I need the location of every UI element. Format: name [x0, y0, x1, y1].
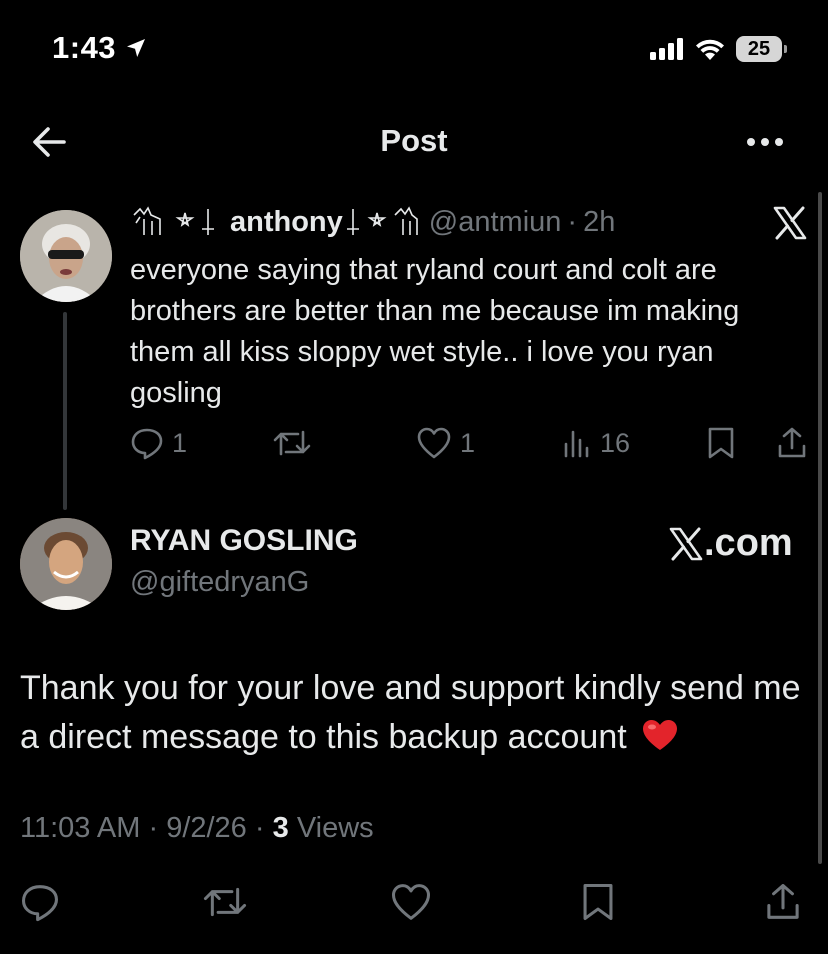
repost-icon [203, 887, 247, 917]
bookmark-button[interactable] [706, 426, 736, 460]
like-count: 1 [460, 427, 476, 458]
x-com-label: .com [704, 522, 793, 564]
share-button[interactable] [776, 426, 808, 460]
status-time-text: 1:43 [52, 30, 117, 65]
x-logo-icon [669, 527, 703, 560]
avatar[interactable] [20, 518, 112, 610]
status-bar-time: 1:43 [52, 30, 148, 66]
meta-separator: · [148, 812, 159, 844]
like-button[interactable] [390, 882, 432, 922]
post-date: 9/2/26 [166, 812, 247, 844]
avatar[interactable] [20, 210, 112, 302]
thread-connector-line [63, 312, 67, 510]
views-count[interactable]: 3 [273, 812, 289, 844]
page-title: Post [380, 123, 448, 158]
scrollbar[interactable] [818, 192, 822, 864]
views-button[interactable]: 16 [562, 426, 630, 460]
main-handle[interactable]: @giftedryanG [130, 566, 309, 599]
views-count: 16 [600, 427, 631, 458]
views-label[interactable]: Views [297, 812, 374, 844]
parent-post-time: 2h [583, 205, 616, 238]
heart-outline-icon [417, 427, 451, 459]
repost-icon [273, 430, 311, 456]
reply-count: 1 [172, 427, 188, 458]
reply-button[interactable]: 1 [130, 426, 187, 460]
wifi-icon [696, 39, 724, 60]
status-bar-indicators: 25 [650, 36, 787, 62]
location-arrow-icon [127, 39, 146, 57]
heart-outline-icon [391, 884, 431, 920]
main-display-name[interactable]: RYAN GOSLING [130, 524, 358, 558]
profile-photo-ryan [20, 518, 112, 610]
goat-and-pentagram-emoji [346, 206, 418, 235]
cellular-signal-icon [650, 38, 683, 60]
meta-separator: · [567, 205, 578, 238]
bookmark-icon [708, 427, 734, 459]
x-com-link[interactable]: .com [668, 522, 793, 565]
more-dots-icon [747, 138, 783, 146]
x-logo-button[interactable] [772, 205, 808, 241]
profile-photo-anthony [20, 210, 112, 302]
share-button[interactable] [764, 882, 802, 922]
share-icon [778, 427, 806, 458]
reply-icon [131, 428, 163, 460]
main-post-body: Thank you for your love and support kind… [20, 669, 801, 756]
like-button[interactable]: 1 [416, 426, 475, 460]
reply-button[interactable] [20, 882, 60, 922]
bookmark-button[interactable] [580, 882, 616, 922]
share-icon [767, 884, 799, 919]
more-options-button[interactable] [742, 122, 788, 162]
parent-display-name[interactable]: anthony [230, 206, 343, 239]
battery-icon: 25 [736, 36, 787, 62]
main-post-actions [0, 876, 828, 930]
battery-level: 25 [747, 37, 771, 60]
parent-post-header: anthony @antmiun · 2h [130, 203, 615, 241]
post-time: 11:03 AM [20, 812, 141, 844]
reply-icon [22, 885, 58, 922]
meta-separator: · [254, 812, 265, 844]
views-chart-icon [564, 430, 589, 458]
parent-post-actions: 1 1 16 [130, 424, 820, 468]
red-heart-emoji [642, 720, 677, 750]
bookmark-icon [583, 884, 613, 920]
goat-and-pentagram-emoji [133, 206, 214, 235]
parent-handle[interactable]: @antmiun [429, 206, 562, 239]
repost-button[interactable] [272, 426, 312, 460]
x-logo-icon [773, 206, 807, 240]
main-post-text: Thank you for your love and support kind… [20, 664, 810, 762]
repost-button[interactable] [202, 882, 248, 922]
post-meta: 11:03 AM · 9/2/26 · 3 Views [20, 812, 374, 845]
parent-post-text: everyone saying that ryland court and co… [130, 254, 740, 409]
